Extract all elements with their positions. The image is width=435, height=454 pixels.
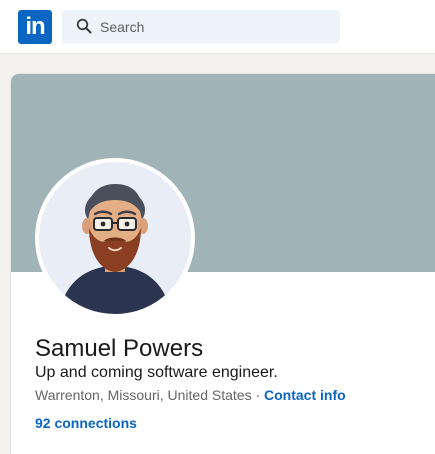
profile-card: Samuel Powers Up and coming software eng… (11, 74, 435, 454)
search-input[interactable] (100, 10, 330, 43)
avatar[interactable] (35, 158, 195, 318)
avatar-image (39, 162, 191, 314)
avatar-illustration (59, 184, 171, 314)
profile-location: Warrenton, Missouri, United States (35, 387, 252, 403)
search-bar[interactable] (62, 10, 340, 43)
top-navigation-bar: in (0, 0, 435, 54)
linkedin-logo-icon[interactable]: in (18, 10, 52, 44)
connections-link[interactable]: 92 connections (35, 415, 137, 431)
profile-name: Samuel Powers (35, 335, 204, 362)
separator-dot: · (251, 387, 265, 403)
search-icon (76, 18, 92, 34)
contact-info-link[interactable]: Contact info (264, 387, 346, 403)
location-line: Warrenton, Missouri, United States · Con… (35, 387, 346, 403)
profile-headline: Up and coming software engineer. (35, 364, 278, 381)
